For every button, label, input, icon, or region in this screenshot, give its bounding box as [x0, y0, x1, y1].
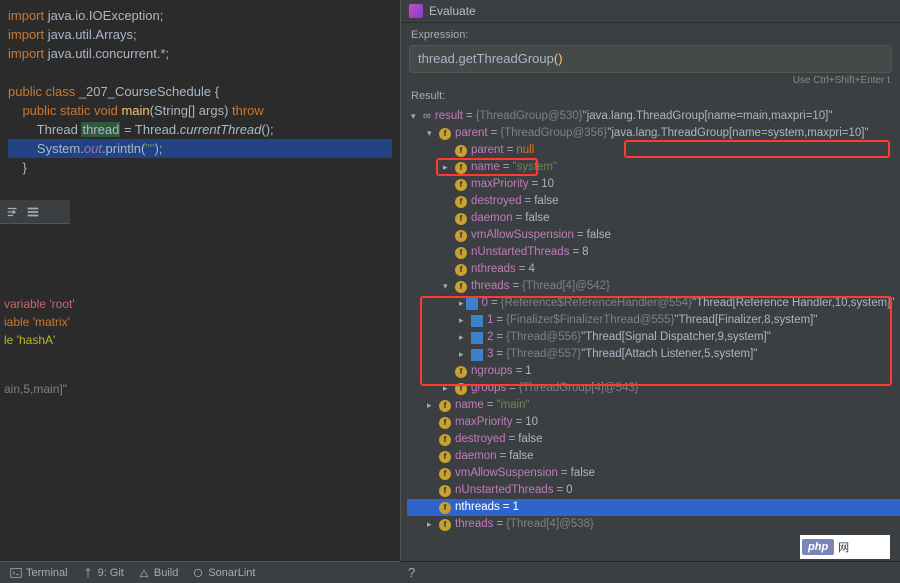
sonar-icon — [192, 567, 204, 579]
tree-row[interactable]: fdaemon=false — [407, 448, 900, 465]
code-line: Thread thread = Thread.currentThread(); — [8, 120, 392, 139]
tree-row-array-item[interactable]: ▸1={Finalizer$FinalizerThread@555} "Thre… — [407, 312, 900, 329]
field-icon: f — [455, 230, 467, 242]
field-icon: f — [455, 366, 467, 378]
chevron-right-icon: ▸ — [459, 346, 469, 363]
result-label: Result: — [401, 88, 900, 106]
object-icon — [471, 332, 483, 344]
evaluate-bottombar: ? — [400, 561, 900, 583]
tree-row-array-item[interactable]: ▸3={Thread@557} "Thread[Attach Listener,… — [407, 346, 900, 363]
tree-row-result[interactable]: ▾∞result={ThreadGroup@530} "java.lang.Th… — [407, 108, 900, 125]
tree-row[interactable]: fdaemon=false — [407, 210, 900, 227]
help-icon[interactable]: ? — [408, 565, 415, 580]
field-icon: f — [439, 485, 451, 497]
error-panel: variable 'root' iable 'matrix' le 'hashA… — [0, 295, 400, 349]
build-icon — [138, 567, 150, 579]
error-line[interactable]: le 'hashA' — [4, 331, 400, 349]
code-line: } — [8, 158, 392, 177]
shortcut-hint: Use Ctrl+Shift+Enter t — [401, 75, 900, 88]
field-icon: f — [439, 519, 451, 531]
field-icon: f — [455, 383, 467, 395]
tree-row-threads[interactable]: ▾fthreads={Thread[4]@542} — [407, 278, 900, 295]
console-output-line: ain,5,main]" — [0, 382, 67, 396]
terminal-tab[interactable]: Terminal — [10, 567, 68, 579]
tree-row[interactable]: fvmAllowSuspension=false — [407, 465, 900, 482]
tree-row[interactable]: fnUnstartedThreads=0 — [407, 482, 900, 499]
editor-gutter-toolbar — [0, 200, 70, 224]
tree-row[interactable]: ▸fname="main" — [407, 397, 900, 414]
sonarlint-tab[interactable]: SonarLint — [192, 567, 255, 579]
chevron-down-icon: ▾ — [411, 108, 421, 125]
field-icon: f — [455, 213, 467, 225]
tree-row[interactable]: fnUnstartedThreads=8 — [407, 244, 900, 261]
error-line[interactable]: variable 'root' — [4, 295, 400, 313]
evaluate-titlebar[interactable]: Evaluate — [401, 0, 900, 23]
tree-row[interactable]: fnthreads=4 — [407, 261, 900, 278]
bottom-toolbar: Terminal 9: Git Build SonarLint — [0, 561, 400, 583]
tree-row[interactable]: fmaxPriority=10 — [407, 176, 900, 193]
result-tree[interactable]: ▾∞result={ThreadGroup@530} "java.lang.Th… — [401, 106, 900, 583]
window-title: Evaluate — [429, 4, 476, 18]
field-icon: f — [455, 179, 467, 191]
tree-row[interactable]: fmaxPriority=10 — [407, 414, 900, 431]
expression-label: Expression: — [401, 23, 900, 43]
git-tab[interactable]: 9: Git — [82, 567, 124, 579]
chevron-right-icon: ▸ — [459, 312, 469, 329]
evaluate-window: Evaluate Expression: thread.getThreadGro… — [400, 0, 900, 583]
field-icon: f — [439, 468, 451, 480]
code-line: public class _207_CourseSchedule { — [8, 82, 392, 101]
field-icon: f — [439, 434, 451, 446]
tree-row[interactable]: fdestroyed=false — [407, 193, 900, 210]
code-editor[interactable]: import java.io.IOException; import java.… — [0, 0, 400, 583]
intellij-icon — [409, 4, 423, 18]
list-icon[interactable] — [26, 205, 40, 219]
object-icon — [466, 298, 478, 310]
tree-row[interactable]: fdestroyed=false — [407, 431, 900, 448]
code-line: public static void main(String[] args) t… — [8, 101, 392, 120]
field-icon: f — [439, 451, 451, 463]
chevron-down-icon: ▾ — [443, 278, 453, 295]
chevron-right-icon: ▸ — [443, 380, 453, 397]
code-line — [8, 63, 392, 82]
chevron-right-icon: ▸ — [427, 397, 437, 414]
object-icon — [471, 315, 483, 327]
field-icon: f — [455, 162, 467, 174]
watermark-logo: php网 — [800, 535, 890, 559]
code-line-current: System.out.println(""); — [8, 139, 392, 158]
expression-input[interactable]: thread.getThreadGroup() — [409, 45, 892, 73]
tree-row-array-item[interactable]: ▸0={Reference$ReferenceHandler@554} "Thr… — [407, 295, 900, 312]
field-icon: f — [455, 247, 467, 259]
object-icon — [471, 349, 483, 361]
code-line: import java.util.Arrays; — [8, 25, 392, 44]
tree-row[interactable]: ▸fname="system" — [407, 159, 900, 176]
tree-row-parent-null[interactable]: fparent=null — [407, 142, 900, 159]
chevron-right-icon: ▸ — [459, 329, 469, 346]
wrap-icon[interactable] — [6, 205, 20, 219]
field-icon: f — [455, 196, 467, 208]
chevron-right-icon: ▸ — [443, 159, 453, 176]
field-icon: f — [439, 417, 451, 429]
field-icon: f — [439, 400, 451, 412]
chevron-down-icon: ▾ — [427, 125, 437, 142]
build-tab[interactable]: Build — [138, 567, 178, 579]
field-icon: f — [439, 128, 451, 140]
chevron-right-icon: ▸ — [427, 516, 437, 533]
field-icon: f — [455, 264, 467, 276]
tree-row-parent[interactable]: ▾fparent={ThreadGroup@356} "java.lang.Th… — [407, 125, 900, 142]
tree-row[interactable]: ▸fthreads={Thread[4]@538} — [407, 516, 900, 533]
error-line[interactable]: iable 'matrix' — [4, 313, 400, 331]
field-icon: f — [455, 145, 467, 157]
tree-row-selected[interactable]: fnthreads=1 — [407, 499, 900, 516]
tree-row[interactable]: fngroups=1 — [407, 363, 900, 380]
tree-row[interactable]: ▸fgroups={ThreadGroup[4]@543} — [407, 380, 900, 397]
terminal-icon — [10, 567, 22, 579]
field-icon: f — [439, 502, 451, 514]
field-icon: f — [455, 281, 467, 293]
tree-row-array-item[interactable]: ▸2={Thread@556} "Thread[Signal Dispatche… — [407, 329, 900, 346]
git-icon — [82, 567, 94, 579]
tree-row[interactable]: fvmAllowSuspension=false — [407, 227, 900, 244]
code-line: import java.util.concurrent.*; — [8, 44, 392, 63]
code-line: import java.io.IOException; — [8, 6, 392, 25]
chevron-right-icon: ▸ — [459, 295, 464, 312]
